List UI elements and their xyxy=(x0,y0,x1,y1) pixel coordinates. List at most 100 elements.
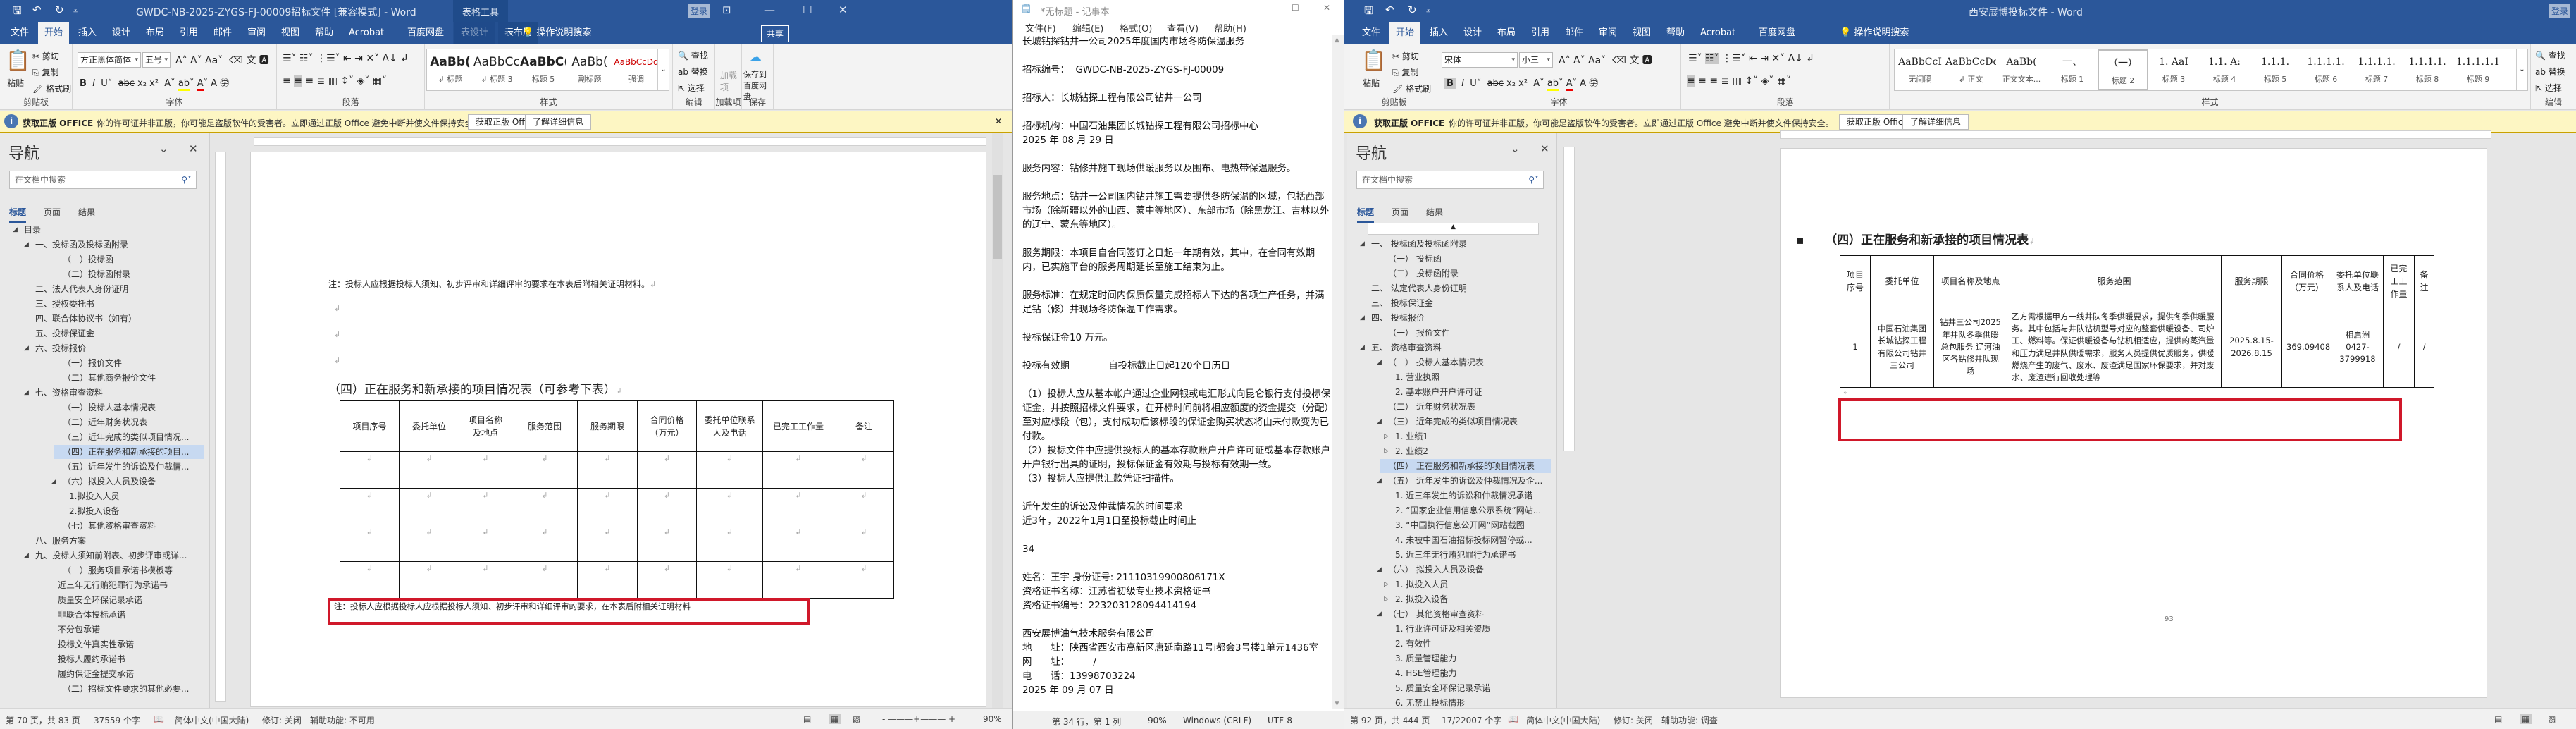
nav-item[interactable]: 履约保证金提交承诺 xyxy=(0,667,204,681)
collapse-triangle-icon[interactable]: ◢ xyxy=(1377,563,1382,577)
redo-icon[interactable]: ↻ xyxy=(1408,4,1417,16)
table-cell[interactable]: ↲ xyxy=(577,488,638,525)
table-cell[interactable]: ↲ xyxy=(762,488,834,525)
horizontal-ruler[interactable] xyxy=(1780,130,2491,139)
minimize-icon[interactable]: — xyxy=(764,4,775,16)
collapse-triangle-icon[interactable]: ◢ xyxy=(24,341,29,355)
nav-item[interactable]: ◢ （五） 近年发生的诉讼及仲裁情况及企... xyxy=(1347,474,1551,488)
nav-item[interactable]: （二） 投标函附录 xyxy=(1347,267,1551,281)
table-cell[interactable]: 369.09408 xyxy=(2281,307,2332,388)
nav-item[interactable]: （三）近年完成的类似项目情况... xyxy=(0,430,204,444)
table-header-cell[interactable]: 合同价格（万元） xyxy=(637,400,697,452)
learn-more-button[interactable]: 了解详细信息 xyxy=(525,114,592,130)
table-header-cell[interactable]: 项目名称及地点 xyxy=(1933,255,2007,307)
vertical-ruler[interactable] xyxy=(1563,147,1575,451)
table-header-cell[interactable]: 备注 xyxy=(2414,255,2434,307)
nav-options-icon[interactable]: ⌄ xyxy=(1511,142,1520,155)
table-header-cell[interactable]: 项目序号 xyxy=(1840,255,1871,307)
table-cell[interactable]: ↲ xyxy=(512,451,578,489)
table-header-cell[interactable]: 服务范围 xyxy=(2007,255,2222,307)
nav-item[interactable]: 2. 有效性 xyxy=(1347,637,1551,651)
font-size-select[interactable]: 五号 ▾ xyxy=(142,52,171,68)
nav-item[interactable]: 不分包承诺 xyxy=(0,623,204,637)
nav-tab-results[interactable]: 结果 xyxy=(78,206,95,218)
tell-me-search[interactable]: 💡 操作说明搜索 xyxy=(1833,22,1915,44)
menu-item[interactable]: 编辑(E) xyxy=(1072,21,1103,35)
replace-button[interactable]: ab 替换 xyxy=(678,66,708,78)
alignment-icons[interactable]: ≡ ≡ ≡ ≣ ▥ ↕˅ ◈˅ ▦˅ xyxy=(1687,75,1791,87)
vertical-ruler[interactable] xyxy=(215,152,226,702)
expand-triangle-icon[interactable]: ▷ xyxy=(1384,444,1389,458)
nav-item[interactable]: ◢ （六） 拟投入人员及设备 xyxy=(1347,563,1551,577)
collapse-triangle-icon[interactable]: ◢ xyxy=(1360,341,1365,355)
tab-10[interactable]: Acrobat xyxy=(342,22,390,44)
nav-close-icon[interactable]: ✕ xyxy=(1540,142,1549,155)
font-name-select[interactable]: 宋体 ▾ xyxy=(1442,52,1518,68)
search-icon[interactable]: ⚲˅ xyxy=(1528,171,1539,188)
nav-search-input[interactable]: 在文档中搜索 ⚲˅ xyxy=(1356,171,1544,189)
paste-icon[interactable]: 📋 xyxy=(6,49,30,72)
nav-options-icon[interactable]: ⌄ xyxy=(159,142,168,155)
tab-8[interactable]: 视图 xyxy=(275,22,306,44)
nav-item[interactable]: ◢ （七） 其他资格审查资料 xyxy=(1347,607,1551,621)
customize-icon[interactable]: ⩡ xyxy=(1426,6,1430,16)
nav-item[interactable]: ◢ 一、投标函及投标函附录 xyxy=(0,238,204,252)
find-button[interactable]: 🔍 查找 xyxy=(678,49,708,61)
track-changes[interactable]: 修订: 关闭 xyxy=(1614,714,1653,726)
tab-6[interactable]: 邮件 xyxy=(207,22,238,44)
close-message-icon[interactable]: ✕ xyxy=(995,116,1002,126)
nav-tab-headings[interactable]: 标题 xyxy=(1357,206,1375,223)
close-icon[interactable]: ✕ xyxy=(838,4,848,16)
tab-0[interactable]: 文件 xyxy=(1356,22,1387,44)
search-icon[interactable]: ⚲˅ xyxy=(181,171,192,188)
paste-button[interactable]: 粘贴 xyxy=(7,77,24,89)
nav-item[interactable]: 4. 未被中国石油招标投标网暂停或... xyxy=(1347,533,1551,547)
project-table[interactable]: 项目序号 委托单位 项目名称及地点 服务范围 服务期限 合同价格（万元） 委托单位联系人及电… xyxy=(340,400,894,599)
close-icon[interactable]: ✕ xyxy=(1323,3,1330,13)
collapse-triangle-icon[interactable]: ◢ xyxy=(1377,607,1382,621)
nav-tab-headings[interactable]: 标题 xyxy=(9,206,27,223)
table-cell[interactable]: 2025.8.15-2026.8.15 xyxy=(2221,307,2282,388)
table-cell[interactable]: ↲ xyxy=(637,525,697,562)
minimize-icon[interactable]: — xyxy=(1259,3,1268,13)
menu-item[interactable]: 查看(V) xyxy=(1167,21,1199,35)
nav-item[interactable]: ◢ 目录 xyxy=(0,223,204,237)
table-cell[interactable]: ↲ xyxy=(340,561,400,599)
format-painter-button[interactable]: 🖌 格式刷 xyxy=(1392,82,1431,94)
table-cell[interactable]: ↲ xyxy=(762,451,834,489)
style-6[interactable]: 1.1. A: 标题 4 xyxy=(2199,49,2250,90)
tab-1[interactable]: 开始 xyxy=(1389,22,1421,44)
nav-item[interactable]: （四）正在服务和新承接的项目... xyxy=(54,445,204,459)
tab-8[interactable]: 视图 xyxy=(1626,22,1657,44)
nav-item[interactable]: 2. 基本账户开户许可证 xyxy=(1347,385,1551,399)
customize-icon[interactable]: ⩡ xyxy=(73,6,78,16)
style-1[interactable]: AaBbCcDdI ↲ 正文 xyxy=(1945,49,1996,90)
nav-item[interactable]: ◢ 九、投标人须知前附表、初步评审或详... xyxy=(0,549,204,563)
font-format-buttons[interactable]: B I U˅ abc x₂ x² A˅ ab˅ A˅ A ㊫ xyxy=(80,75,229,91)
menu-item[interactable]: 文件(F) xyxy=(1025,21,1056,35)
style-2[interactable]: AaBbC(标题 5 xyxy=(520,49,566,90)
nav-item[interactable]: ▷ 1. 拟投入人员 xyxy=(1347,577,1551,592)
nav-item[interactable]: （一）投标函 xyxy=(0,252,204,267)
collapse-triangle-icon[interactable]: ◢ xyxy=(1360,311,1365,325)
collapse-triangle-icon[interactable]: ◢ xyxy=(24,549,29,563)
proofing-icon[interactable]: 📖 xyxy=(1508,714,1518,724)
table-header-cell[interactable]: 服务范围 xyxy=(512,400,578,452)
accessibility[interactable]: 辅助功能: 调查 xyxy=(1661,714,1718,726)
nav-item[interactable]: （一） 投标函 xyxy=(1347,252,1551,266)
tab-3[interactable]: 设计 xyxy=(1457,22,1488,44)
document-page[interactable]: 注：投标人应根据投标人须知、初步评审和详细评审的要求在本表后附相关证明材料。↲ … xyxy=(250,152,986,707)
list-icons[interactable]: ☰˅ ☷˅ ⋮☰˅ ⇤ ⇥ ✕˅ A↓ ↲ xyxy=(1688,53,1814,64)
table-cell[interactable]: ↲ xyxy=(696,525,763,562)
table-cell[interactable]: ↲ xyxy=(399,525,459,562)
tab-0[interactable]: 文件 xyxy=(4,22,35,44)
table-cell[interactable]: ↲ xyxy=(340,525,400,562)
nav-item[interactable]: ▷ 2. 拟投入设备 xyxy=(1347,592,1551,606)
table-cell[interactable]: ↲ xyxy=(512,488,578,525)
nav-item[interactable]: 近三年无行贿犯罪行为承诺书 xyxy=(0,578,204,592)
scrollbar-thumb[interactable] xyxy=(993,175,1002,259)
table-header-cell[interactable]: 合同价格（万元） xyxy=(2281,255,2332,307)
collapse-triangle-icon[interactable]: ◢ xyxy=(24,238,29,252)
tab-7[interactable]: 审阅 xyxy=(241,22,272,44)
style-9[interactable]: 1.1.1.1. 标题 7 xyxy=(2351,49,2402,90)
